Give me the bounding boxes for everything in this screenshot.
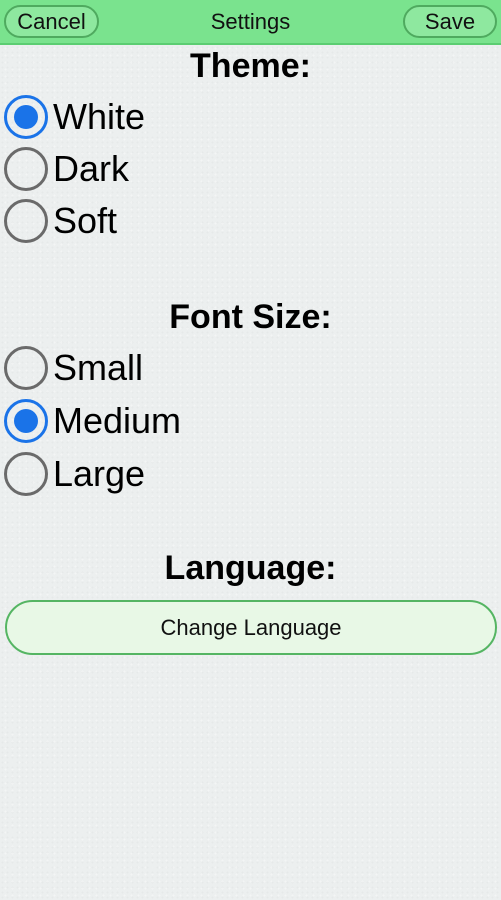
- font-size-heading: Font Size:: [169, 298, 332, 336]
- theme-option-dark[interactable]: Dark: [4, 147, 304, 195]
- radio-label: Large: [53, 453, 146, 494]
- theme-option-white[interactable]: White: [4, 95, 304, 143]
- radio-button[interactable]: [4, 399, 48, 443]
- radio-button[interactable]: [4, 147, 48, 191]
- radio-button[interactable]: [4, 95, 48, 139]
- radio-label: Medium: [53, 400, 182, 441]
- radio-button[interactable]: [4, 199, 48, 243]
- language-heading: Language:: [164, 549, 337, 587]
- save-button[interactable]: Save: [403, 5, 497, 38]
- font-size-option-medium[interactable]: Medium: [4, 399, 304, 447]
- font-size-option-small[interactable]: Small: [4, 346, 304, 394]
- radio-label: Dark: [53, 148, 130, 189]
- radio-label: Soft: [53, 200, 118, 241]
- font-size-option-large[interactable]: Large: [4, 452, 304, 500]
- theme-option-soft[interactable]: Soft: [4, 199, 304, 247]
- radio-label: White: [53, 96, 146, 137]
- change-language-button[interactable]: Change Language: [5, 600, 497, 655]
- radio-button[interactable]: [4, 346, 48, 390]
- radio-button[interactable]: [4, 452, 48, 496]
- top-bar: Cancel Settings Save: [0, 0, 501, 45]
- radio-label: Small: [53, 347, 144, 388]
- theme-heading: Theme:: [190, 47, 311, 85]
